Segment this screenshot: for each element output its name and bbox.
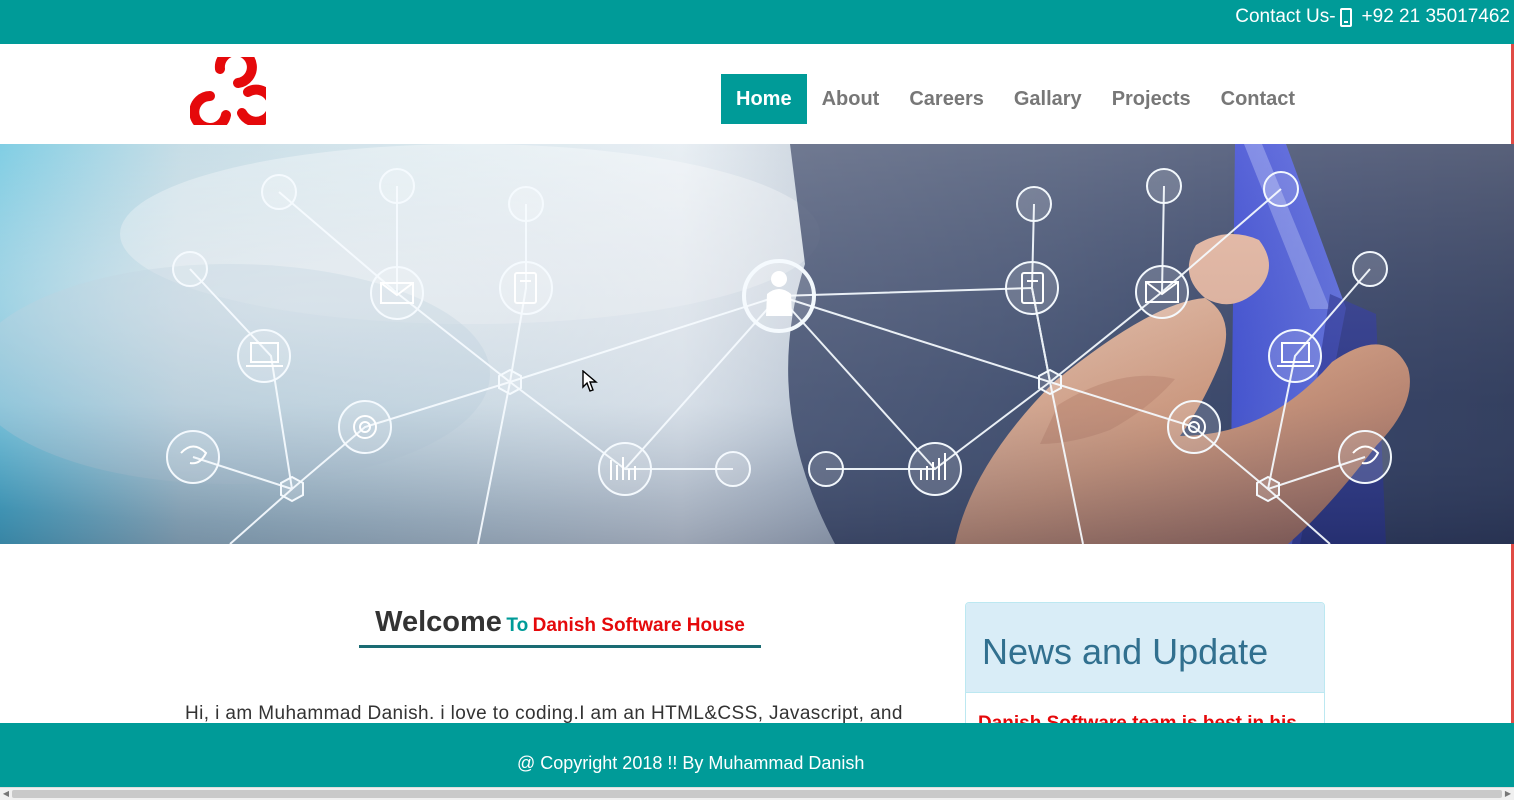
contact-label: Contact Us- [1235, 6, 1336, 27]
contact-info: Contact Us- +92 21 35017462 [1235, 6, 1510, 28]
scroll-thumb[interactable] [12, 790, 1502, 798]
news-item: Danish Software team is best in his [966, 693, 1324, 723]
main-content: Welcome To Danish Software House Hi, i a… [0, 544, 1514, 723]
news-panel: News and Update Danish Software team is … [965, 602, 1325, 723]
nav-projects[interactable]: Projects [1097, 74, 1206, 124]
page: Contact Us- +92 21 35017462 Home About C… [0, 0, 1514, 800]
company-name: Danish Software House [532, 615, 745, 636]
nav-careers[interactable]: Careers [894, 74, 999, 124]
nav-contact[interactable]: Contact [1206, 74, 1310, 124]
top-bar: Contact Us- +92 21 35017462 [0, 0, 1514, 44]
scroll-right-icon[interactable]: ▶ [1503, 789, 1513, 799]
scroll-left-icon[interactable]: ◀ [1, 789, 11, 799]
news-title: News and Update [966, 603, 1324, 693]
site-header: Home About Careers Gallary Projects Cont… [0, 44, 1514, 144]
network-nodes-hand-banner [0, 144, 1514, 544]
phone-number: +92 21 35017462 [1361, 6, 1510, 27]
nav-gallary[interactable]: Gallary [999, 74, 1097, 124]
welcome-to: To [506, 615, 529, 636]
mobile-phone-icon [1339, 7, 1352, 27]
nav-about[interactable]: About [807, 74, 895, 124]
copyright-text: @ Copyright 2018 !! By Muhammad Danish [517, 753, 865, 773]
welcome-word: Welcome [375, 606, 502, 638]
nav-home[interactable]: Home [721, 74, 807, 124]
horizontal-scrollbar[interactable]: ◀ ▶ [0, 787, 1514, 800]
intro-paragraph: Hi, i am Muhammad Danish. i love to codi… [185, 703, 903, 723]
main-navigation: Home About Careers Gallary Projects Cont… [721, 74, 1310, 124]
welcome-heading: Welcome To Danish Software House [359, 606, 761, 648]
footer: @ Copyright 2018 !! By Muhammad Danish [0, 723, 1514, 787]
mouse-cursor-icon [582, 370, 598, 392]
red-tri-loop-logo[interactable] [190, 57, 266, 125]
